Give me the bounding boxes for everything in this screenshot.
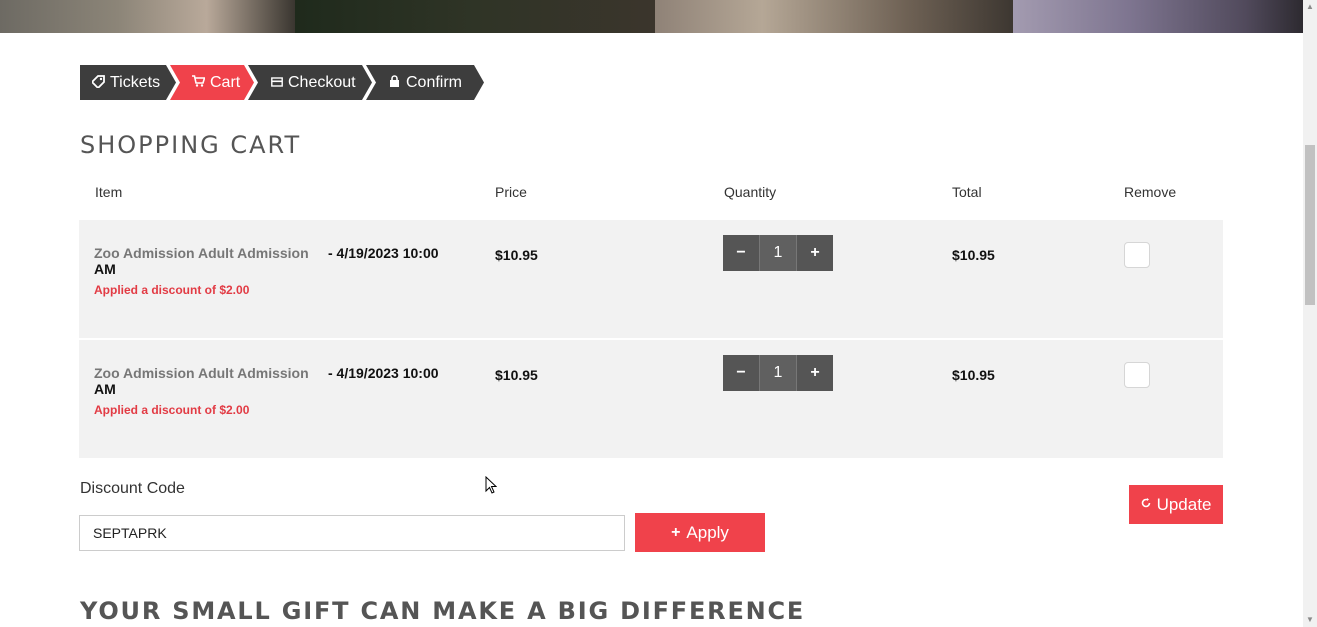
item-date: - 4/19/2023 10:00: [328, 245, 439, 261]
item-date-suffix: AM: [94, 381, 116, 397]
update-button-label: Update: [1156, 494, 1212, 514]
update-cart-button[interactable]: Update: [1129, 485, 1223, 524]
scroll-down-arrow-icon[interactable]: ▼: [1303, 613, 1317, 627]
credit-card-icon: [270, 76, 283, 90]
item-discount-note: Applied a discount of $2.00: [94, 403, 250, 417]
checkout-steps: Tickets Cart Checkout Confirm: [80, 65, 478, 100]
apply-button-label: Apply: [686, 522, 729, 542]
tag-icon: [92, 75, 105, 91]
item-price: $10.95: [495, 247, 538, 263]
quantity-increase-button[interactable]: +: [797, 355, 833, 391]
page-title: SHOPPING CART: [80, 131, 302, 159]
cart-row: Zoo Admission Adult Admission - 4/19/202…: [79, 220, 1223, 338]
column-header-total: Total: [952, 184, 982, 200]
item-name: Zoo Admission Adult Admission: [94, 365, 309, 381]
step-confirm-label: Confirm: [406, 73, 463, 91]
quantity-stepper: − 1 +: [723, 235, 833, 271]
step-checkout[interactable]: Checkout: [248, 65, 372, 100]
plus-icon: +: [671, 523, 681, 541]
refresh-icon: [1141, 498, 1151, 511]
cart-row: Zoo Admission Adult Admission - 4/19/202…: [79, 340, 1223, 458]
item-discount-note: Applied a discount of $2.00: [94, 283, 250, 297]
column-header-quantity: Quantity: [724, 184, 777, 200]
donation-section-title: YOUR SMALL GIFT CAN MAKE A BIG DIFFERENC…: [80, 597, 806, 625]
discount-code-label: Discount Code: [80, 480, 185, 497]
step-checkout-label: Checkout: [288, 73, 356, 91]
discount-code-input[interactable]: [79, 515, 625, 551]
quantity-decrease-button[interactable]: −: [723, 235, 759, 271]
page-scrollbar[interactable]: ▲ ▼: [1303, 0, 1317, 627]
item-date: - 4/19/2023 10:00: [328, 365, 439, 381]
remove-checkbox[interactable]: [1124, 242, 1150, 268]
item-name: Zoo Admission Adult Admission: [94, 245, 309, 261]
cart-icon: [192, 75, 205, 90]
step-tickets-label: Tickets: [110, 73, 161, 91]
scroll-up-arrow-icon[interactable]: ▲: [1303, 0, 1317, 14]
quantity-value[interactable]: 1: [759, 235, 797, 271]
scrollbar-thumb[interactable]: [1305, 145, 1315, 305]
mouse-cursor-icon: [485, 476, 497, 494]
column-header-price: Price: [495, 184, 527, 200]
apply-discount-button[interactable]: + Apply: [635, 513, 765, 552]
quantity-stepper: − 1 +: [723, 355, 833, 391]
step-tickets[interactable]: Tickets: [80, 65, 176, 100]
quantity-value[interactable]: 1: [759, 355, 797, 391]
column-header-item: Item: [95, 184, 123, 200]
step-confirm[interactable]: Confirm: [366, 65, 484, 100]
item-total: $10.95: [952, 367, 995, 383]
quantity-increase-button[interactable]: +: [797, 235, 833, 271]
lock-icon: [388, 75, 401, 90]
remove-checkbox[interactable]: [1124, 362, 1150, 388]
step-cart[interactable]: Cart: [170, 65, 254, 100]
item-date-suffix: AM: [94, 261, 116, 277]
column-header-remove: Remove: [1124, 184, 1177, 200]
hero-banner-image: [0, 0, 1303, 33]
step-cart-label: Cart: [210, 73, 241, 91]
item-price: $10.95: [495, 367, 538, 383]
item-total: $10.95: [952, 247, 995, 263]
quantity-decrease-button[interactable]: −: [723, 355, 759, 391]
